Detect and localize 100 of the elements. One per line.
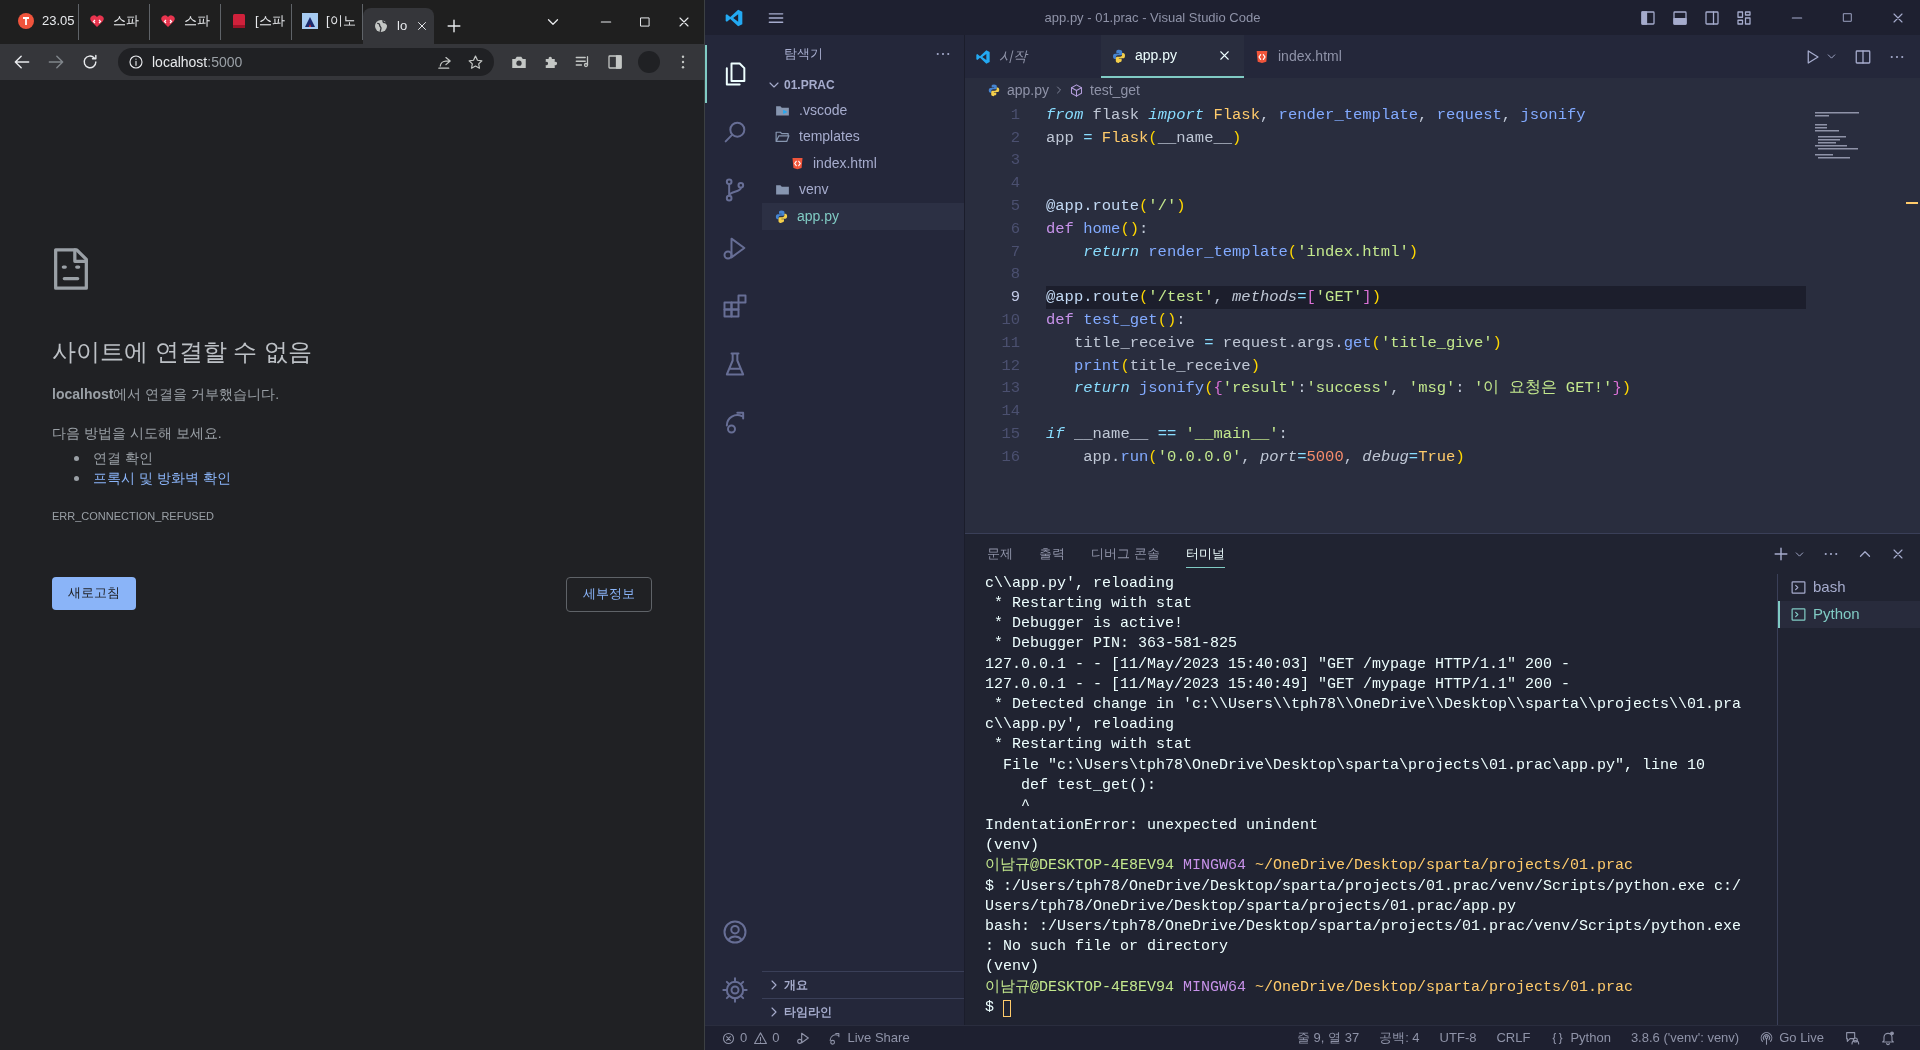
suggestion-intro: 다음 방법을 시도해 보세요.	[52, 424, 222, 443]
terminal-line: $ :/Users/tph78/OneDrive/Desktop/sparta/projects/01.prac/venv/Scripts/python.exe c:/	[985, 876, 1742, 897]
info-icon[interactable]	[128, 54, 144, 70]
suggestion-link[interactable]: 프록시 및 방화벽 확인	[93, 467, 231, 489]
panel-tab[interactable]: 문제	[987, 540, 1013, 568]
star-icon[interactable]	[467, 53, 484, 71]
error-message: localhost에서 연결을 거부했습니다.	[52, 385, 280, 404]
code-line: app = Flask(__name__)	[1046, 127, 1242, 149]
error-code: ERR_CONNECTION_REFUSED	[52, 509, 214, 524]
file-tree-item[interactable]: index.html	[762, 150, 964, 177]
code-line: print(title_receive)	[1072, 355, 1260, 377]
status-item[interactable]: 3.8.6 ('venv': venv)	[1630, 1028, 1740, 1048]
file-tree-item[interactable]: templates	[762, 123, 964, 150]
status-item[interactable]: 줄 9, 열 37	[1297, 1028, 1360, 1048]
terminal-line: ^	[1020, 795, 1030, 816]
warning-icon	[753, 1030, 769, 1046]
bell-icon[interactable]	[1880, 1030, 1896, 1046]
feedback-icon[interactable]	[1844, 1030, 1860, 1046]
details-button[interactable]: 세부정보	[566, 576, 652, 612]
panel-tab[interactable]: 터미널	[1185, 540, 1225, 568]
file-tree-item[interactable]: app.py	[762, 203, 964, 230]
split-editor-icon[interactable]	[1854, 47, 1872, 66]
terminal-line: 127.0.0.1 - - [11/May/2023 15:40:03] "GET /mypage HTTP/1.1" 200 -	[985, 654, 1571, 675]
problems-status[interactable]: 0 0	[721, 1028, 780, 1048]
editor-tab[interactable]: index.html	[1244, 35, 1380, 78]
scroll-marker	[1906, 202, 1918, 204]
error-icon	[721, 1030, 736, 1046]
suggestion-text: 연결 확인	[93, 448, 153, 468]
method-icon	[1069, 82, 1085, 98]
terminal-icon	[1790, 606, 1807, 623]
terminal-line: IndentationError: unexpected unindent	[985, 816, 1319, 837]
code-line: return render_template('index.html')	[1082, 241, 1419, 263]
file-tree-item[interactable]: venv	[762, 176, 964, 203]
code-line: def home():	[1046, 218, 1149, 240]
heart-icon	[89, 13, 105, 29]
terminal-line: * Debugger is active!	[993, 614, 1184, 635]
close-icon[interactable]	[1217, 48, 1232, 63]
python-file-icon	[1111, 47, 1127, 64]
breadcrumb-item[interactable]: app.py	[1007, 79, 1050, 101]
html-file-icon	[790, 155, 805, 171]
browser-tab[interactable]: [이노	[292, 4, 363, 40]
status-item[interactable]: CRLF	[1496, 1028, 1531, 1048]
python-file-icon	[987, 83, 1001, 97]
address-bar[interactable]: localhost:5000	[118, 48, 494, 76]
bullet-icon	[74, 455, 79, 461]
maximize-icon[interactable]	[638, 15, 652, 29]
terminal-line: c\\app.py', reloading	[985, 715, 1175, 736]
favicon	[18, 13, 34, 29]
reload-button[interactable]: 새로고침	[52, 576, 136, 610]
terminal-line: bash: :/Users/tph78/OneDrive/Desktop/sparta/projects/01.prac/venv/Scripts/python.exe	[985, 917, 1742, 938]
layout-icon[interactable]	[1703, 8, 1721, 27]
code-line: return jsonify({'result':'success', 'msg': '이 요청은 GET!'})	[1072, 378, 1631, 400]
terminal-list-item[interactable]: bash	[1778, 574, 1920, 601]
code-line: @app.route('/test', methods=['GET'])	[1046, 287, 1381, 309]
layout-icon[interactable]	[1639, 8, 1657, 27]
folder-section-header[interactable]: 01.PRAC	[762, 73, 964, 97]
book-icon	[231, 13, 247, 29]
layout-icon[interactable]	[1735, 8, 1753, 27]
panel-tab[interactable]: 출력	[1039, 540, 1065, 568]
language-status[interactable]: Python	[1550, 1028, 1611, 1048]
browser-tab[interactable]: 스파	[79, 4, 150, 40]
status-item[interactable]: 공백: 4	[1379, 1028, 1420, 1048]
terminal-line: * Detected change in 'c:\\Users\\tph78\\OneDrive\\Desktop\\sparta\\projects\\01.pra	[993, 694, 1742, 715]
editor-tab[interactable]: app.py	[1101, 35, 1244, 78]
terminal-line: * Restarting with stat	[993, 594, 1193, 615]
globe-icon	[373, 18, 389, 34]
debug-icon[interactable]	[795, 1030, 812, 1046]
browser-tab[interactable]: 스파	[150, 4, 221, 40]
go-live-status[interactable]: Go Live	[1759, 1028, 1824, 1048]
vscode-logo-icon	[723, 7, 744, 28]
terminal-line: * Debugger PIN: 363-581-825	[993, 634, 1238, 655]
heart-icon	[160, 13, 176, 29]
breadcrumb-item[interactable]: test_get	[1090, 79, 1140, 101]
terminal-icon	[1790, 579, 1807, 596]
live-share-status[interactable]: Live Share	[827, 1028, 910, 1048]
terminal-line: 127.0.0.1 - - [11/May/2023 15:40:49] "GET /mypage HTTP/1.1" 200 -	[985, 674, 1571, 695]
editor-tab[interactable]: 시작	[965, 35, 1101, 78]
code-line: if __name__ == '__main__':	[1046, 423, 1288, 445]
status-item[interactable]: UTF-8	[1439, 1028, 1477, 1048]
browser-tab[interactable]: 23.05	[8, 4, 79, 40]
terminal-line: c\\app.py', reloading	[985, 573, 1175, 594]
live-share-icon	[827, 1030, 843, 1046]
browser-tab[interactable]: lo	[363, 8, 434, 44]
code-line: @app.route('/')	[1046, 195, 1186, 217]
terminal-line: 이남규@DESKTOP-4E8EV94 MINGW64 ~/OneDrive/Desktop/sparta/projects/01.prac	[985, 977, 1634, 998]
terminal-line: Users/tph78/OneDrive/Desktop/sparta/projects/01.prac/app.py	[985, 896, 1517, 917]
panel-tab[interactable]: 디버그 콘솔	[1091, 540, 1160, 568]
window-title: app.py - 01.prac - Visual Studio Code	[1044, 8, 1262, 27]
sidebar-section-header[interactable]: 개요	[762, 971, 964, 998]
file-tree-item[interactable]: .vscode	[762, 97, 964, 124]
image-icon	[302, 13, 318, 29]
browser-tab[interactable]: [스파	[221, 4, 292, 40]
broadcast-icon	[1759, 1030, 1775, 1046]
line-number: 9	[1009, 287, 1020, 309]
html-file-icon	[1254, 48, 1270, 65]
layout-icon[interactable]	[1671, 8, 1689, 27]
side-panel-icon[interactable]	[606, 53, 624, 71]
terminal-line: : No such file or directory	[985, 937, 1229, 958]
settings-icon	[720, 976, 749, 1004]
terminal-list-item[interactable]: Python	[1778, 601, 1920, 628]
